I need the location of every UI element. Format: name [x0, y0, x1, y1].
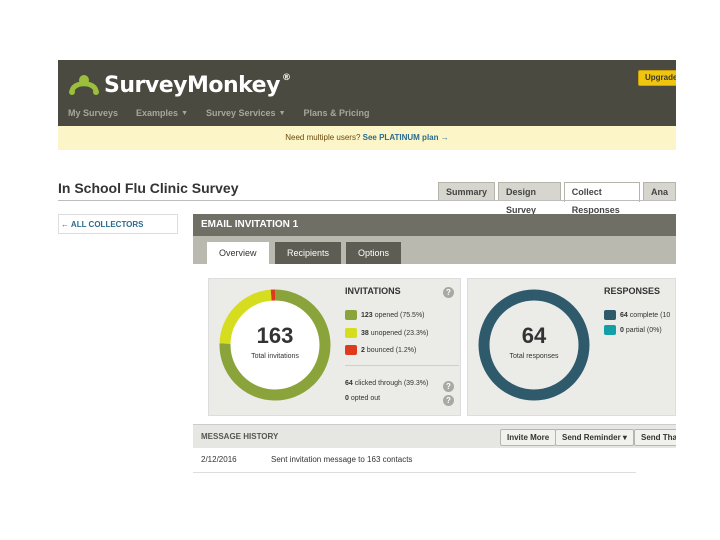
- monkey-logo-icon: [69, 75, 99, 95]
- top-navigation-bar: SurveyMonkey ® Upgrade My Surveys Example…: [58, 60, 676, 126]
- unopened-text: unopened (23.3%): [370, 329, 429, 337]
- panel-header: EMAIL INVITATION 1: [193, 214, 676, 236]
- total-responses-label: Total responses: [509, 353, 559, 360]
- opened-swatch: [345, 310, 357, 320]
- subtab-options[interactable]: Options: [346, 242, 402, 264]
- message-history: MESSAGE HISTORY Invite More Send Reminde…: [193, 424, 676, 484]
- invite-more-button[interactable]: Invite More: [500, 429, 557, 446]
- surveymonkey-logo[interactable]: SurveyMonkey ®: [68, 70, 291, 100]
- table-row: 2/12/2016 Sent invitation message to 163…: [193, 448, 636, 473]
- clicked-count: 64: [345, 380, 353, 387]
- upgrade-button[interactable]: Upgrade: [638, 70, 676, 86]
- legend-bounced: 2 bounced (1.2%): [345, 345, 416, 355]
- invitations-card: 163 Total invitations INVITATIONS ? 123 …: [208, 278, 461, 416]
- opened-count: 123: [361, 311, 373, 319]
- responses-title: RESPONSES: [604, 286, 661, 296]
- message-history-header: MESSAGE HISTORY Invite More Send Reminde…: [193, 424, 676, 448]
- clicked-text: clicked through (39.3%): [354, 380, 429, 387]
- caret-down-icon: ▼: [278, 109, 286, 117]
- legend-opened: 123 opened (75.5%): [345, 310, 425, 320]
- responses-card: 64 Total responses RESPONSES 64 complete…: [467, 278, 676, 416]
- subtabs-bar: Overview Recipients Options: [193, 236, 676, 264]
- complete-count: 64: [620, 311, 628, 319]
- survey-tabs: Summary Design Survey Collect Responses …: [438, 182, 676, 215]
- tab-analyze[interactable]: Ana: [642, 182, 676, 201]
- legend-unopened: 38 unopened (23.3%): [345, 328, 428, 338]
- help-icon[interactable]: ?: [443, 381, 454, 392]
- title-divider: [58, 200, 676, 201]
- opted-text: opted out: [350, 395, 381, 402]
- promo-text: Need multiple users?: [285, 133, 361, 142]
- clicked-through-row: 64 clicked through (39.3%): [345, 380, 428, 387]
- logo-wordmark: SurveyMonkey ®: [104, 72, 291, 98]
- total-invitations-number: 163: [256, 323, 294, 348]
- all-collectors-link[interactable]: ← ALL COLLECTORS: [58, 214, 178, 234]
- survey-title: In School Flu Clinic Survey: [58, 180, 239, 196]
- bounced-text: bounced (1.2%): [366, 346, 417, 354]
- total-responses-number: 64: [521, 323, 547, 348]
- partial-text: partial (0%): [625, 326, 662, 334]
- send-thank-you-button[interactable]: Send Thar: [634, 429, 676, 446]
- promo-banner: Need multiple users? See PLATINUM plan →: [58, 126, 676, 150]
- platinum-plan-link[interactable]: See PLATINUM plan →: [363, 133, 449, 142]
- caret-down-icon: ▼: [181, 109, 188, 117]
- legend-complete: 64 complete (10: [604, 310, 670, 320]
- opted-count: 0: [345, 395, 349, 402]
- nav-plans-pricing[interactable]: Plans & Pricing: [304, 108, 370, 118]
- opened-text: opened (75.5%): [374, 311, 425, 319]
- complete-swatch: [604, 310, 616, 320]
- bounced-swatch: [345, 345, 357, 355]
- bounced-count: 2: [361, 346, 365, 354]
- message-history-title: MESSAGE HISTORY: [201, 432, 279, 441]
- app-viewport: SurveyMonkey ® Upgrade My Surveys Example…: [58, 60, 676, 484]
- tab-collect-responses[interactable]: Collect Responses: [563, 182, 640, 215]
- subtab-recipients[interactable]: Recipients: [275, 242, 342, 264]
- partial-count: 0: [620, 326, 624, 334]
- complete-text: complete (10: [629, 311, 671, 319]
- main-nav: My Surveys Examples ▼ Survey Services ▼ Pl…: [68, 108, 370, 118]
- unopened-swatch: [345, 328, 357, 338]
- history-message: Sent invitation message to 163 contacts: [271, 455, 413, 464]
- collector-panel: EMAIL INVITATION 1 Overview Recipients O…: [193, 214, 676, 484]
- nav-survey-services[interactable]: Survey Services ▼: [206, 108, 286, 118]
- nav-examples[interactable]: Examples ▼: [136, 108, 188, 118]
- subtab-overview[interactable]: Overview: [207, 242, 269, 264]
- send-reminder-button[interactable]: Send Reminder ▾: [555, 429, 634, 446]
- total-invitations-label: Total invitations: [251, 353, 299, 360]
- nav-label: My Surveys: [68, 108, 119, 118]
- nav-label: Survey Services: [206, 108, 276, 118]
- opted-out-row: 0 opted out: [345, 395, 380, 402]
- partial-swatch: [604, 325, 616, 335]
- help-icon[interactable]: ?: [443, 395, 454, 406]
- history-date: 2/12/2016: [201, 455, 237, 464]
- help-icon[interactable]: ?: [443, 287, 454, 298]
- tab-summary[interactable]: Summary: [438, 182, 496, 201]
- unopened-count: 38: [361, 329, 369, 337]
- nav-label: Examples: [136, 108, 179, 118]
- registered-mark: ®: [281, 72, 291, 83]
- nav-my-surveys[interactable]: My Surveys: [68, 108, 118, 118]
- tab-design-survey[interactable]: Design Survey: [498, 182, 561, 215]
- nav-label: Plans & Pricing: [303, 108, 370, 118]
- legend-divider: [345, 365, 459, 366]
- invitations-title: INVITATIONS: [345, 286, 401, 296]
- logo-text: SurveyMonkey: [104, 72, 280, 98]
- legend-partial: 0 partial (0%): [604, 325, 662, 335]
